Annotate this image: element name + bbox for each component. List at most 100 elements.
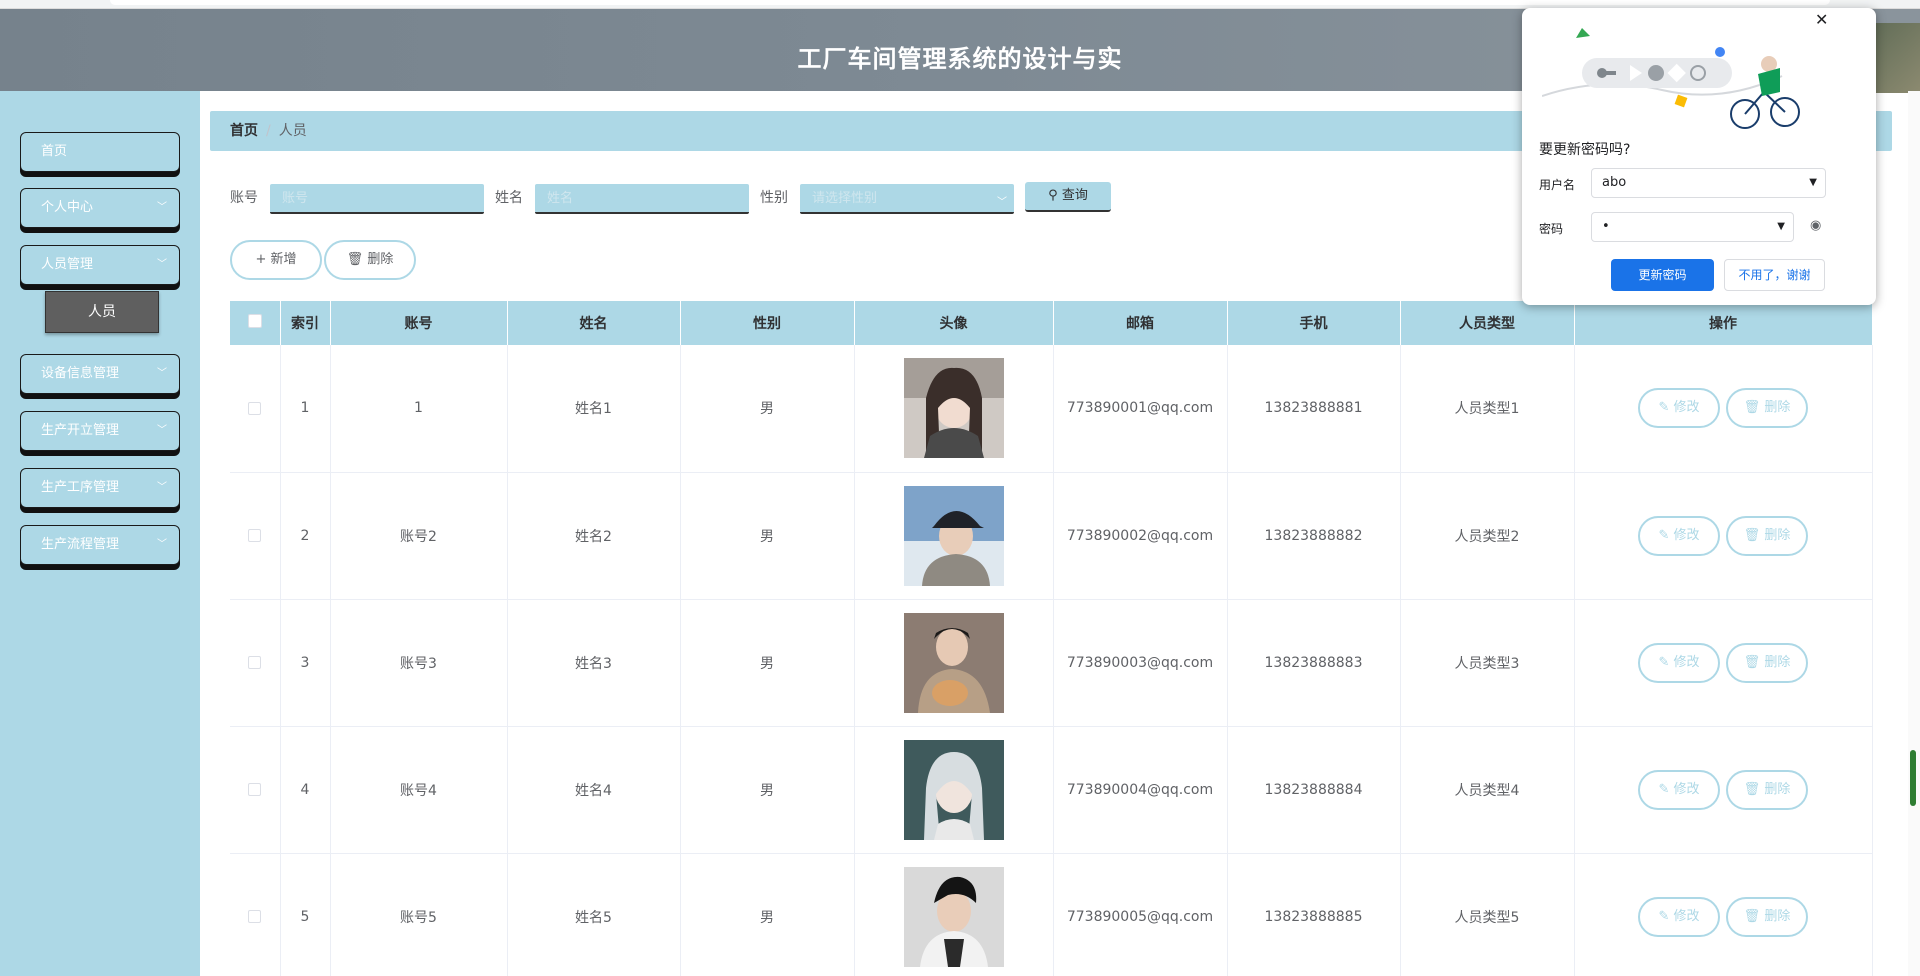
password-select[interactable]: • ▼: [1591, 212, 1794, 242]
column-header: 头像: [854, 301, 1054, 345]
select-all-cell[interactable]: [230, 301, 281, 345]
gender-cell: 男: [680, 472, 855, 600]
sidebar-item-production-process[interactable]: 生产工序管理 ﹀: [20, 468, 180, 508]
password-label: 密码: [1539, 222, 1564, 236]
actions-cell: ✎ 修改 🗑 删除: [1574, 345, 1873, 473]
sidebar-subitem-staff[interactable]: 人员: [45, 291, 159, 333]
email-cell: 773890001@qq.com: [1053, 345, 1228, 473]
chevron-down-icon: ﹀: [157, 368, 167, 379]
username-label: 用户名: [1539, 178, 1576, 192]
eye-icon[interactable]: ◉: [1810, 218, 1821, 233]
index-cell: 1: [280, 345, 331, 473]
trash-icon: 🗑: [1743, 654, 1761, 670]
username-select[interactable]: abo ▼: [1591, 168, 1826, 198]
sidebar-item-equipment[interactable]: 设备信息管理 ﹀: [20, 354, 180, 394]
row-delete-label: 删除: [1764, 781, 1791, 797]
sidebar-item-profile[interactable]: 个人中心 ﹀: [20, 188, 180, 228]
edit-button-label: 修改: [1673, 400, 1700, 416]
chevron-down-icon: ﹀: [157, 482, 167, 493]
row-select-cell[interactable]: [230, 599, 281, 727]
update-password-button[interactable]: 更新密码: [1611, 259, 1714, 291]
phone-cell: 13823888884: [1227, 726, 1401, 854]
row-delete-button[interactable]: 🗑 删除: [1726, 896, 1808, 937]
username-value: abo: [1602, 175, 1627, 190]
actions-cell: ✎ 修改 🗑 删除: [1574, 599, 1873, 727]
gender-label: 性别: [760, 190, 788, 206]
row-delete-button[interactable]: 🗑 删除: [1726, 388, 1808, 429]
edit-button[interactable]: ✎ 修改: [1638, 388, 1720, 429]
edit-button[interactable]: ✎ 修改: [1638, 896, 1720, 937]
name-label: 姓名: [495, 190, 523, 206]
avatar: [903, 485, 1004, 586]
table-row: 1 1 姓名1 男 773890001@qq.com 13823888881 人…: [230, 345, 1873, 473]
sidebar-item-production-flow[interactable]: 生产流程管理 ﹀: [20, 525, 180, 565]
name-cell: 姓名2: [507, 472, 681, 600]
row-delete-label: 删除: [1764, 908, 1791, 924]
row-delete-label: 删除: [1764, 527, 1791, 543]
avatar-cell: [854, 472, 1054, 600]
edit-button[interactable]: ✎ 修改: [1638, 515, 1720, 556]
delete-button[interactable]: 🗑 删除: [324, 240, 416, 280]
edit-icon: ✎: [1658, 527, 1670, 543]
index-cell: 3: [280, 599, 331, 727]
avatar: [903, 612, 1004, 713]
column-header: 手机: [1227, 301, 1401, 345]
table-row: 2 账号2 姓名2 男 773890002@qq.com 13823888882…: [230, 472, 1873, 600]
edit-button[interactable]: ✎ 修改: [1638, 769, 1720, 810]
gender-select[interactable]: [800, 184, 1014, 214]
sidebar-item-label: 个人中心: [41, 200, 94, 215]
name-cell: 姓名4: [507, 726, 681, 854]
breadcrumb-current: 人员: [278, 123, 307, 139]
phone-cell: 13823888882: [1227, 472, 1401, 600]
table-row: 4 账号4 姓名4 男 773890004@qq.com 13823888884…: [230, 726, 1873, 854]
name-search-input[interactable]: [535, 184, 749, 214]
edit-button[interactable]: ✎ 修改: [1638, 642, 1720, 683]
scrollbar-thumb[interactable]: [1910, 750, 1916, 806]
column-header: 人员类型: [1400, 301, 1575, 345]
sidebar-item-home[interactable]: 首页: [20, 132, 180, 172]
row-select-cell[interactable]: [230, 345, 281, 473]
row-select-cell[interactable]: [230, 853, 281, 976]
sidebar-item-staff-management[interactable]: 人员管理 ﹀: [20, 245, 180, 285]
row-delete-button[interactable]: 🗑 删除: [1726, 769, 1808, 810]
page-scrollbar[interactable]: [1908, 91, 1920, 976]
row-delete-button[interactable]: 🗑 删除: [1726, 642, 1808, 683]
column-header: 索引: [280, 301, 331, 345]
actions-cell: ✎ 修改 🗑 删除: [1574, 853, 1873, 976]
row-select-cell[interactable]: [230, 472, 281, 600]
sidebar-item-label: 人员管理: [41, 257, 94, 272]
actions-cell: ✎ 修改 🗑 删除: [1574, 726, 1873, 854]
row-select-cell[interactable]: [230, 726, 281, 854]
gender-cell: 男: [680, 599, 855, 727]
trash-icon: 🗑: [1743, 781, 1761, 797]
select-all-checkbox[interactable]: [247, 314, 262, 328]
breadcrumb-separator: /: [266, 123, 271, 139]
table-row: 5 账号5 姓名5 男 773890005@qq.com 13823888885…: [230, 853, 1873, 976]
row-delete-label: 删除: [1764, 654, 1791, 670]
query-button[interactable]: ⚲ 查询: [1025, 182, 1111, 212]
row-delete-button[interactable]: 🗑 删除: [1726, 515, 1808, 556]
sidebar-item-label: 设备信息管理: [41, 366, 120, 381]
row-checkbox[interactable]: [248, 656, 262, 669]
breadcrumb-home[interactable]: 首页: [230, 123, 258, 139]
sidebar-item-label: 生产开立管理: [41, 423, 120, 438]
column-header: 账号: [330, 301, 508, 345]
type-cell: 人员类型5: [1400, 853, 1575, 976]
avatar-cell: [854, 726, 1054, 854]
chevron-down-icon: ﹀: [157, 539, 167, 550]
edit-icon: ✎: [1658, 908, 1670, 924]
no-thanks-button[interactable]: 不用了，谢谢: [1724, 259, 1825, 291]
add-button[interactable]: + 新增: [230, 240, 322, 280]
row-checkbox[interactable]: [248, 910, 262, 923]
sidebar-item-production-order[interactable]: 生产开立管理 ﹀: [20, 411, 180, 451]
close-icon[interactable]: ✕: [1815, 10, 1828, 29]
gender-cell: 男: [680, 726, 855, 854]
sidebar-item-label: 生产流程管理: [41, 537, 120, 552]
row-checkbox[interactable]: [248, 783, 262, 796]
gender-cell: 男: [680, 853, 855, 976]
row-checkbox[interactable]: [248, 529, 262, 542]
phone-cell: 13823888885: [1227, 853, 1401, 976]
account-search-input[interactable]: [270, 184, 484, 214]
row-checkbox[interactable]: [248, 401, 262, 415]
edit-button-label: 修改: [1673, 527, 1700, 543]
